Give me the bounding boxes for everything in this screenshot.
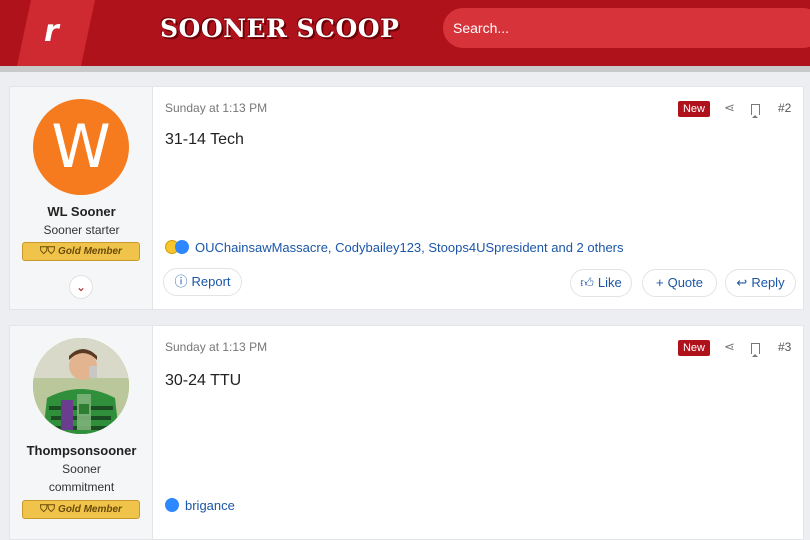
plus-icon: + [655,275,664,290]
bookmark-icon[interactable] [751,343,760,357]
gold-member-badge: ⛉⛉ Gold Member [22,500,140,519]
user-title: Sooner [62,462,101,476]
share-icon[interactable]: ⋖ [724,339,735,355]
new-badge: New [678,101,710,117]
user-title: commitment [48,480,115,494]
post-number[interactable]: #3 [778,340,791,354]
post-content: 31-14 Tech [165,131,244,148]
like-reaction-icon [165,498,179,512]
post-message: Thompsonsooner Sooner commitment ⛉⛉ Gold … [9,325,804,540]
report-button[interactable]: ⓘ Report [163,268,242,296]
bookmark-icon[interactable] [751,104,760,118]
username[interactable]: WL Sooner [10,204,153,219]
thumbs-up-icon: 👍︎ [580,275,594,290]
report-icon: ⓘ [174,274,188,289]
new-badge: New [678,340,710,356]
like-reaction-icon [175,240,189,254]
username[interactable]: Thompsonsooner [10,443,153,458]
shield-icon: ⛉⛉ [40,246,56,257]
reply-button[interactable]: ↩ Reply [725,269,796,297]
reaction-users[interactable]: OUChainsawMassacre, Codybailey123, Stoop… [195,240,624,255]
reactions-bar[interactable]: brigance [165,498,235,513]
like-button[interactable]: 👍︎ Like [570,269,632,297]
logo-letter[interactable]: r [44,14,59,49]
site-header: r SOONER SCOOP [0,0,810,66]
post-date[interactable]: Sunday at 1:13 PM [165,340,267,354]
shield-icon: ⛉⛉ [40,504,56,515]
user-title: Sooner starter [43,223,120,237]
reaction-users[interactable]: brigance [185,498,235,513]
reply-icon: ↩ [736,275,748,290]
post-number[interactable]: #2 [778,101,791,115]
gold-member-badge: ⛉⛉ Gold Member [22,242,140,261]
post-date[interactable]: Sunday at 1:13 PM [165,101,267,115]
quote-button[interactable]: + Quote [642,269,717,297]
chevron-down-icon[interactable]: ⌄ [69,275,93,299]
avatar[interactable] [33,338,129,434]
avatar-photo [33,338,129,434]
header-divider [0,66,810,72]
reactions-bar[interactable]: OUChainsawMassacre, Codybailey123, Stoop… [165,240,624,255]
avatar[interactable]: W [33,99,129,195]
user-sidebar: Thompsonsooner Sooner commitment ⛉⛉ Gold … [10,326,153,539]
user-sidebar: W WL Sooner Sooner starter ⛉⛉ Gold Member… [10,87,153,309]
site-brand[interactable]: SOONER SCOOP [160,14,399,43]
search-input[interactable] [443,8,810,48]
share-icon[interactable]: ⋖ [724,100,735,116]
post-content: 30-24 TTU [165,372,242,389]
post-message: W WL Sooner Sooner starter ⛉⛉ Gold Member… [9,86,804,310]
